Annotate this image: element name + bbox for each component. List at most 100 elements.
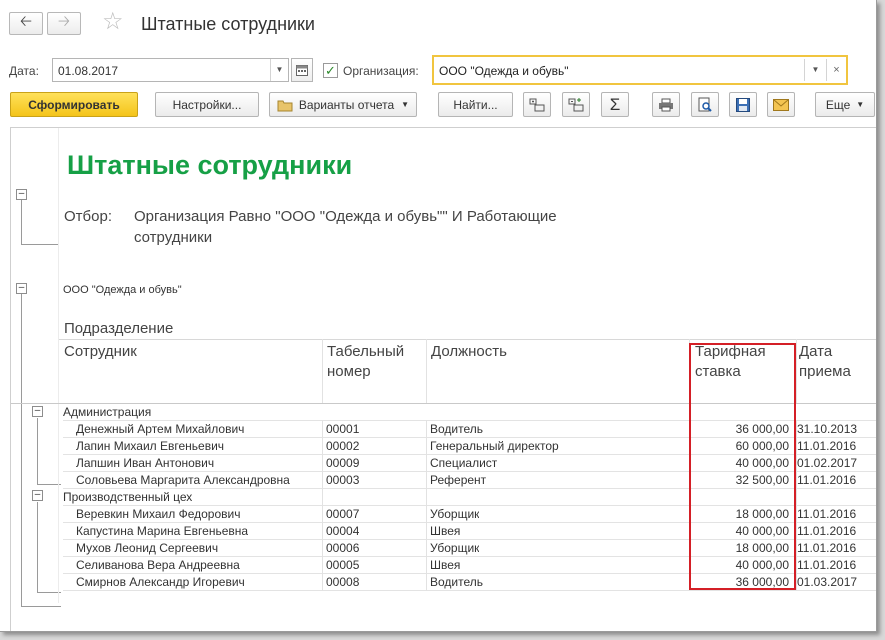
tab-number: 00005 [326,558,360,572]
date-value: 01.08.2017 [58,64,119,78]
collapse-icon[interactable]: – [16,283,27,294]
tab-number: 00001 [326,422,360,436]
position: Генеральный директор [430,439,559,453]
toolbar: Сформировать Настройки... Варианты отчет… [0,92,876,118]
header-position: Должность [431,343,507,360]
collapse-icon[interactable]: – [16,189,27,200]
save-button[interactable] [729,92,757,117]
organization-label: Организация: [343,64,419,78]
employee-name: Селиванова Вера Андреевна [76,558,240,572]
header-employee: Сотрудник [64,343,137,360]
tab-number: 00002 [326,439,360,453]
chevron-down-icon[interactable]: ▼ [804,59,826,81]
date-label: Дата: [9,64,39,78]
grid-line [322,339,323,403]
grid-line [59,339,876,340]
tab-number: 00003 [326,473,360,487]
filter-key: Отбор: [64,208,112,225]
arrow-right-icon: 🡢 [57,13,71,30]
hire-date: 01.03.2017 [797,575,858,589]
header-department: Подразделение [64,320,174,337]
group-name: Производственный цех [63,490,193,504]
hire-date: 01.02.2017 [797,456,858,470]
print-button[interactable] [652,92,680,117]
preview-button[interactable] [691,92,719,117]
position: Специалист [430,456,498,470]
filter-value: Организация Равно "ООО "Одежда и обувь""… [134,208,557,246]
organization-checkbox[interactable]: ✓ [323,63,338,78]
chevron-down-icon[interactable]: ▼ [270,59,288,81]
organization-value: ООО "Одежда и обувь" [439,64,569,78]
forward-button[interactable]: 🡢 [47,12,81,35]
report-window: 🡠 🡢 ☆ Штатные сотрудники Дата: 01.08.201… [0,0,877,632]
collapse-icon[interactable]: – [32,490,43,501]
grid-line [796,420,797,591]
calendar-icon [296,65,308,76]
folder-icon [277,100,293,111]
group-name: Администрация [63,405,152,419]
grid-line [426,420,427,591]
print-preview-icon [698,97,712,112]
send-email-button[interactable] [767,92,795,117]
envelope-icon [773,98,789,111]
report-variants-button[interactable]: Варианты отчета ▼ [269,92,417,117]
grid-line [796,339,797,403]
position: Водитель [430,422,484,436]
hire-date: 11.01.2016 [797,558,857,572]
hire-date: 11.01.2016 [797,524,857,538]
organization-field[interactable]: ООО "Одежда и обувь" ▼ × [432,55,848,85]
grid-line [58,128,59,603]
chevron-down-icon: ▼ [856,100,865,109]
expand-groups-icon [529,98,545,111]
employee-name: Капустина Марина Евгеньевна [76,524,249,538]
header-tab-number: Табельный номер [327,343,405,380]
tab-number: 00004 [326,524,360,538]
header-hire-date: Дата приема [799,343,851,380]
find-button[interactable]: Найти... [438,92,513,117]
title-bar: 🡠 🡢 ☆ Штатные сотрудники [0,0,876,50]
collapse-icon[interactable]: – [32,406,43,417]
hire-date: 11.01.2016 [797,507,857,521]
report-title: Штатные сотрудники [67,150,353,180]
collapse-groups-icon [568,97,584,111]
position: Водитель [430,575,484,589]
more-button[interactable]: Еще ▼ [815,92,875,117]
more-label: Еще [825,97,851,112]
sum-icon: Σ [609,94,621,114]
filter-row: Дата: 01.08.2017 ▼ ✓ Организация: ООО "О… [0,55,876,85]
floppy-disk-icon [736,97,750,112]
collapse-groups-button[interactable] [562,92,590,117]
position: Референт [430,473,487,487]
tab-number: 00009 [326,456,360,470]
organization-heading: ООО "Одежда и обувь" [63,284,182,296]
settings-button[interactable]: Настройки... [155,92,259,117]
sum-button[interactable]: Σ [601,92,629,117]
calendar-button[interactable] [291,58,313,82]
position: Уборщик [430,507,480,521]
grid-line [322,420,323,591]
employee-name: Денежный Артем Михайлович [76,422,245,436]
chevron-down-icon: ▼ [401,100,410,109]
employee-name: Соловьева Маргарита Александровна [76,473,290,487]
window-title: Штатные сотрудники [141,14,315,34]
employee-name: Веревкин Михаил Федорович [76,507,241,521]
date-field[interactable]: 01.08.2017 ▼ [52,58,289,82]
employee-name: Мухов Леонид Сергеевич [76,541,219,555]
position: Швея [430,524,461,538]
favorite-star-icon[interactable]: ☆ [102,10,124,34]
clear-icon[interactable]: × [826,59,846,81]
printer-icon [659,98,673,111]
back-button[interactable]: 🡠 [9,12,43,35]
hire-date: 11.01.2016 [797,473,857,487]
expand-groups-button[interactable] [523,92,551,117]
report-sheet[interactable]: – – – – Штатные сотрудники Отбор: Органи… [10,127,876,631]
hire-date: 11.01.2016 [797,541,857,555]
outline-line [21,194,22,244]
position: Уборщик [430,541,480,555]
employee-name: Лапшин Иван Антонович [76,456,215,470]
hire-date: 31.10.2013 [797,422,858,436]
generate-button[interactable]: Сформировать [10,92,138,117]
employee-name: Лапин Михаил Евгеньевич [76,439,225,453]
rate-column-highlight [689,343,796,590]
position: Швея [430,558,461,572]
